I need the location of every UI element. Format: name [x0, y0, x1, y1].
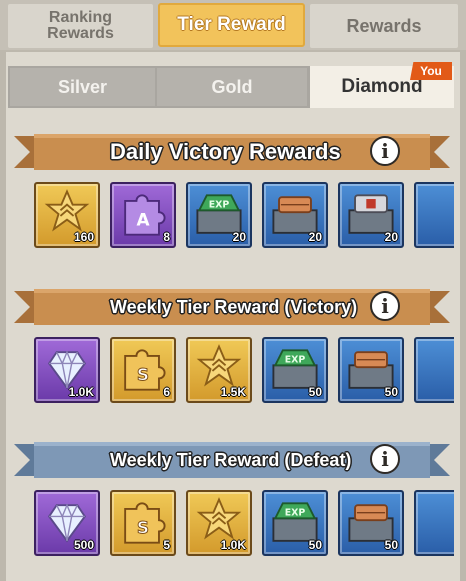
reward-item[interactable]: 1.5K [186, 337, 252, 403]
item-quantity: 50 [308, 538, 322, 552]
reward-item[interactable]: EXP 20 [186, 182, 252, 248]
item-quantity: 160 [73, 230, 94, 244]
item-quantity: 50 [384, 385, 398, 399]
svg-text:EXP: EXP [285, 354, 306, 365]
reward-item-partial[interactable] [414, 182, 454, 248]
item-quantity: 20 [308, 230, 322, 244]
reward-item[interactable]: 1.0K [34, 337, 100, 403]
section-title: Weekly Tier Reward (Defeat) [110, 449, 352, 470]
reward-item[interactable]: 20 [338, 182, 404, 248]
item-quantity: 500 [73, 538, 94, 552]
tab-tier-reward-label: Tier Reward [177, 14, 286, 35]
item-quantity: 6 [163, 385, 170, 399]
item-quantity: 50 [308, 385, 322, 399]
section-weekly-defeat: Weekly Tier Reward (Defeat) i 500 S 5 1.0K E… [14, 440, 454, 570]
top-tab-bar: Ranking Rewards Tier Reward Rewards [0, 0, 466, 50]
reward-item[interactable]: EXP 50 [262, 337, 328, 403]
reward-items: 160 A 8 EXP 20 20 20 [34, 182, 454, 252]
tier-tab-silver-label: Silver [57, 76, 108, 97]
tier-tab-silver[interactable]: Silver [10, 68, 155, 106]
svg-text:EXP: EXP [285, 507, 306, 518]
item-quantity: 50 [384, 538, 398, 552]
info-icon[interactable]: i [370, 291, 400, 321]
svg-text:S: S [137, 517, 149, 537]
info-icon[interactable]: i [370, 136, 400, 166]
item-quantity: 20 [384, 230, 398, 244]
svg-text:S: S [137, 364, 149, 384]
reward-item[interactable]: S6 [110, 337, 176, 403]
item-quantity: 1.0K [68, 385, 94, 399]
tier-tab-gold-label: Gold [211, 76, 253, 97]
tier-tab-bar: Silver Gold Diamond [8, 66, 454, 108]
tab-ranking-rewards[interactable]: Ranking Rewards [8, 4, 153, 48]
tab-rewards-label: Rewards [346, 15, 422, 36]
svg-text:EXP: EXP [209, 199, 230, 210]
item-quantity: 8 [163, 230, 170, 244]
tier-tab-gold[interactable]: Gold [157, 68, 307, 106]
section-title: Weekly Tier Reward (Victory) [110, 296, 358, 317]
reward-item[interactable]: 1.0K [186, 490, 252, 556]
section-title: Daily Victory Rewards [110, 139, 341, 164]
tab-rewards[interactable]: Rewards [310, 4, 458, 48]
reward-item-partial[interactable] [414, 337, 454, 403]
you-badge: You [410, 62, 452, 80]
reward-item[interactable]: 20 [262, 182, 328, 248]
tab-ranking-rewards-label: Ranking Rewards [47, 9, 114, 42]
reward-item-partial[interactable] [414, 490, 454, 556]
item-quantity: 1.5K [220, 385, 246, 399]
reward-item[interactable]: 500 [34, 490, 100, 556]
reward-items: 500 S 5 1.0K EXP 50 50 [34, 490, 454, 560]
item-quantity: 1.0K [220, 538, 246, 552]
reward-item[interactable]: 50 [338, 490, 404, 556]
reward-item[interactable]: 50 [338, 337, 404, 403]
reward-items: 1.0K S 6 1.5K EXP 50 50 [34, 337, 454, 407]
section-daily-victory: Daily Victory Rewards i 160 A 8 EXP 20 20 20 [14, 132, 454, 262]
svg-text:A: A [136, 209, 149, 229]
tab-tier-reward[interactable]: Tier Reward [158, 3, 305, 47]
item-quantity: 5 [163, 538, 170, 552]
reward-item[interactable]: EXP 50 [262, 490, 328, 556]
reward-item[interactable]: 160 [34, 182, 100, 248]
reward-item[interactable]: A8 [110, 182, 176, 248]
reward-item[interactable]: S5 [110, 490, 176, 556]
item-quantity: 20 [232, 230, 246, 244]
section-weekly-victory: Weekly Tier Reward (Victory) i 1.0K S 6 1.5… [14, 287, 454, 417]
info-icon[interactable]: i [370, 444, 400, 474]
